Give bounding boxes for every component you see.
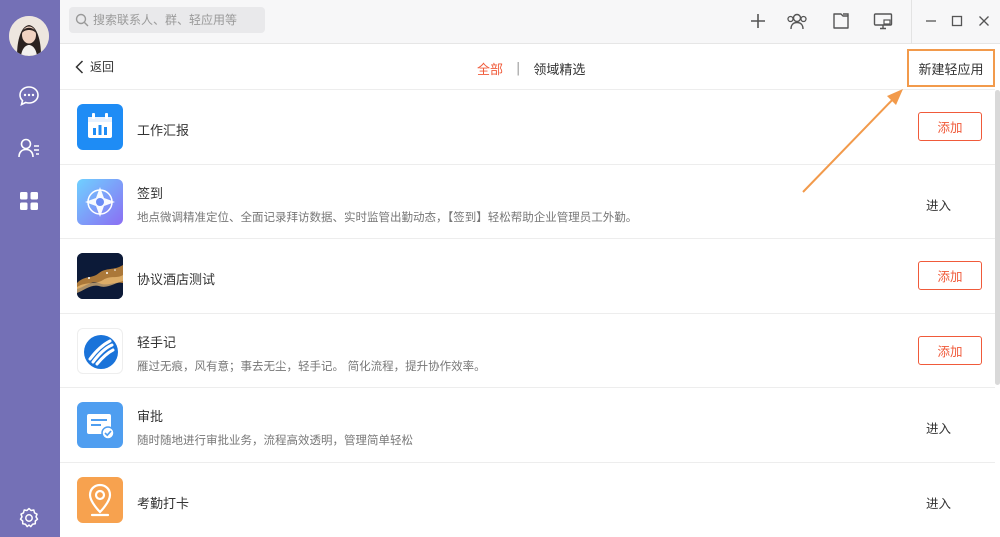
add-button[interactable]: 添加: [918, 261, 982, 290]
add-button[interactable]: 添加: [918, 335, 982, 365]
apps-grid-icon[interactable]: [16, 188, 42, 214]
new-light-app-button[interactable]: 新建轻应用: [907, 49, 995, 87]
list-item: 签到 地点微调精准定位、全面记录拜访数据、实时监管出勤动态，【签到】轻松帮助企业…: [60, 163, 995, 239]
search-box[interactable]: [69, 7, 265, 33]
tab-all[interactable]: 全部: [477, 59, 503, 78]
chevron-left-icon: [75, 59, 84, 74]
hotel-photo-icon: [77, 253, 123, 299]
app-description: 雁过无痕，风有意；事去无尘，轻手记。 简化流程，提升协作效率。: [137, 358, 486, 373]
app-title: 考勤打卡: [137, 496, 190, 512]
list-item: 审批 随时随地进行审批业务，流程高效透明，管理简单轻松 进入: [60, 387, 995, 462]
contacts-icon[interactable]: [16, 135, 42, 161]
sub-header: 返回 全部 | 领域精选 新建轻应用: [60, 44, 1000, 88]
group-icon[interactable]: [786, 10, 808, 32]
list-item: 协议酒店测试 添加: [60, 238, 995, 313]
tab-domain-picks[interactable]: 领域精选: [533, 59, 585, 78]
app-title: 协议酒店测试: [137, 273, 216, 288]
enter-button[interactable]: 进入: [926, 493, 951, 512]
search-input[interactable]: [93, 13, 258, 27]
app-title: 签到: [137, 186, 164, 202]
scrollbar[interactable]: [995, 90, 1000, 385]
minimize-icon[interactable]: [920, 10, 942, 32]
enter-button[interactable]: 进入: [926, 418, 951, 437]
approval-icon: [77, 402, 123, 448]
app-list: 工作汇报 添加 签到 地点微调精准定位、全面记录拜访数据、实时监管出勤动态，【签…: [60, 89, 995, 536]
work-report-icon: [77, 104, 123, 150]
tabs: 全部 | 领域精选: [477, 59, 585, 78]
add-icon[interactable]: [747, 10, 769, 32]
back-label: 返回: [90, 60, 115, 74]
sign-in-icon: [77, 178, 123, 225]
main-content: 返回 全部 | 领域精选 新建轻应用 工作汇报 添加 签到 地点微调精准定位、全…: [60, 44, 1000, 537]
list-item: 工作汇报 添加: [60, 89, 995, 164]
app-title: 审批: [137, 410, 164, 425]
screen-share-icon[interactable]: [872, 10, 894, 32]
close-icon[interactable]: [973, 10, 995, 32]
add-button[interactable]: 添加: [918, 112, 982, 141]
back-button[interactable]: 返回: [75, 58, 114, 75]
list-item: 考勤打卡 进入: [60, 461, 995, 537]
app-description: 地点微调精准定位、全面记录拜访数据、实时监管出勤动态，【签到】轻松帮助企业管理员…: [137, 209, 638, 224]
app-title: 工作汇报: [137, 124, 190, 139]
maximize-icon[interactable]: [946, 10, 968, 32]
list-item: 轻手记 雁过无痕，风有意；事去无尘，轻手记。 简化流程，提升协作效率。 添加: [60, 312, 995, 388]
app-title: 轻手记: [137, 335, 177, 351]
topbar-divider: [911, 0, 912, 44]
location-pin-icon: [77, 476, 123, 523]
top-bar: [60, 0, 1000, 44]
notes-icon: [77, 327, 123, 374]
search-icon: [75, 13, 89, 27]
settings-icon[interactable]: [16, 505, 42, 531]
sidebar: [0, 0, 60, 537]
folder-icon[interactable]: [830, 10, 852, 32]
tab-separator: |: [516, 61, 521, 76]
avatar[interactable]: [9, 16, 49, 56]
chat-icon[interactable]: [16, 83, 42, 109]
app-description: 随时随地进行审批业务，流程高效透明，管理简单轻松: [137, 433, 413, 447]
enter-button[interactable]: 进入: [926, 195, 951, 214]
